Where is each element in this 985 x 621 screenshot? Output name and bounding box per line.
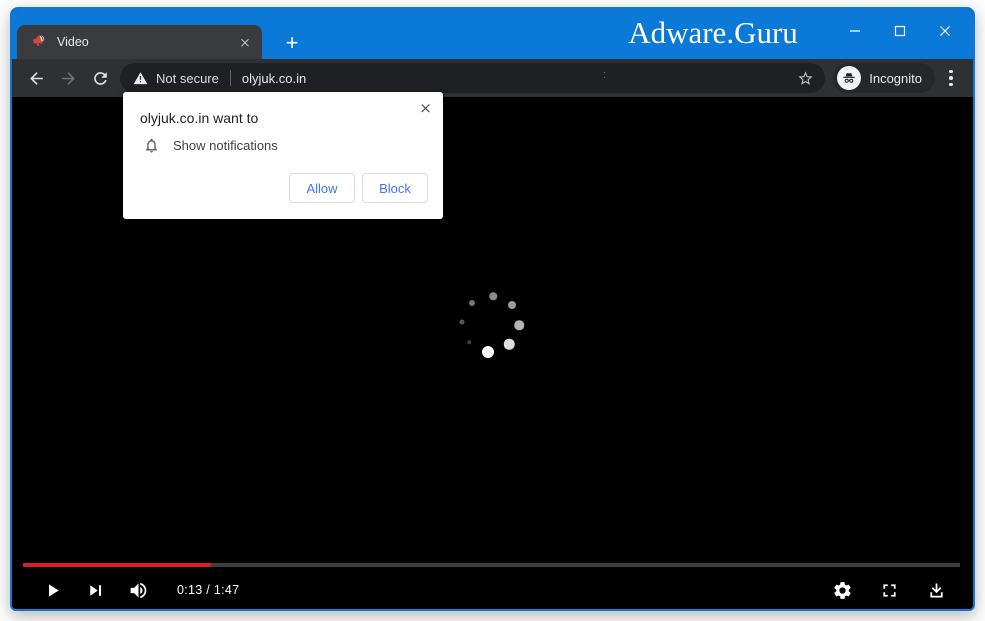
fullscreen-icon[interactable] <box>879 580 900 601</box>
settings-gear-icon[interactable] <box>832 580 853 601</box>
url-text[interactable]: olyjuk.co.in <box>242 71 306 86</box>
progress-bar[interactable] <box>23 563 960 567</box>
minimize-icon[interactable] <box>832 9 877 53</box>
time-display: 0:13 / 1:47 <box>177 583 239 597</box>
browser-tab[interactable]: Video <box>17 25 262 59</box>
forward-arrow-icon[interactable] <box>52 62 84 94</box>
star-icon[interactable] <box>793 66 817 90</box>
download-icon[interactable] <box>926 580 947 601</box>
volume-icon[interactable] <box>128 580 149 601</box>
window-controls <box>832 9 967 53</box>
stray-artifact: : <box>603 69 606 81</box>
popup-close-icon[interactable] <box>416 98 434 116</box>
megaphone-favicon-icon <box>31 32 47 53</box>
window-title: Adware.Guru <box>603 9 823 57</box>
omnibox-divider <box>230 70 231 86</box>
notification-permission-popup: olyjuk.co.in want to Show notifications … <box>123 92 443 219</box>
back-arrow-icon[interactable] <box>20 62 52 94</box>
warning-icon[interactable] <box>133 71 148 86</box>
tab-title: Video <box>57 35 236 49</box>
player-controls: 0:13 / 1:47 <box>12 554 973 610</box>
progress-fill <box>23 563 211 567</box>
popup-title: olyjuk.co.in want to <box>140 110 258 126</box>
new-tab-button[interactable]: + <box>278 29 306 57</box>
maximize-icon[interactable] <box>877 9 922 53</box>
permission-label: Show notifications <box>173 138 278 153</box>
incognito-label: Incognito <box>869 71 922 86</box>
allow-button[interactable]: Allow <box>289 173 355 203</box>
incognito-icon <box>837 66 861 90</box>
close-icon[interactable] <box>922 9 967 53</box>
reload-icon[interactable] <box>84 62 116 94</box>
titlebar: Video + Adware.Guru <box>12 9 973 59</box>
screen: Video + Adware.Guru <box>0 0 985 621</box>
bell-icon <box>143 137 160 154</box>
block-button[interactable]: Block <box>362 173 428 203</box>
address-bar[interactable]: Not secure olyjuk.co.in : <box>120 63 825 93</box>
next-icon[interactable] <box>85 580 106 601</box>
security-label[interactable]: Not secure <box>156 71 219 86</box>
play-icon[interactable] <box>42 580 63 601</box>
tab-close-icon[interactable] <box>236 33 254 51</box>
kebab-menu-icon[interactable] <box>937 62 965 94</box>
incognito-badge: Incognito <box>833 63 935 93</box>
